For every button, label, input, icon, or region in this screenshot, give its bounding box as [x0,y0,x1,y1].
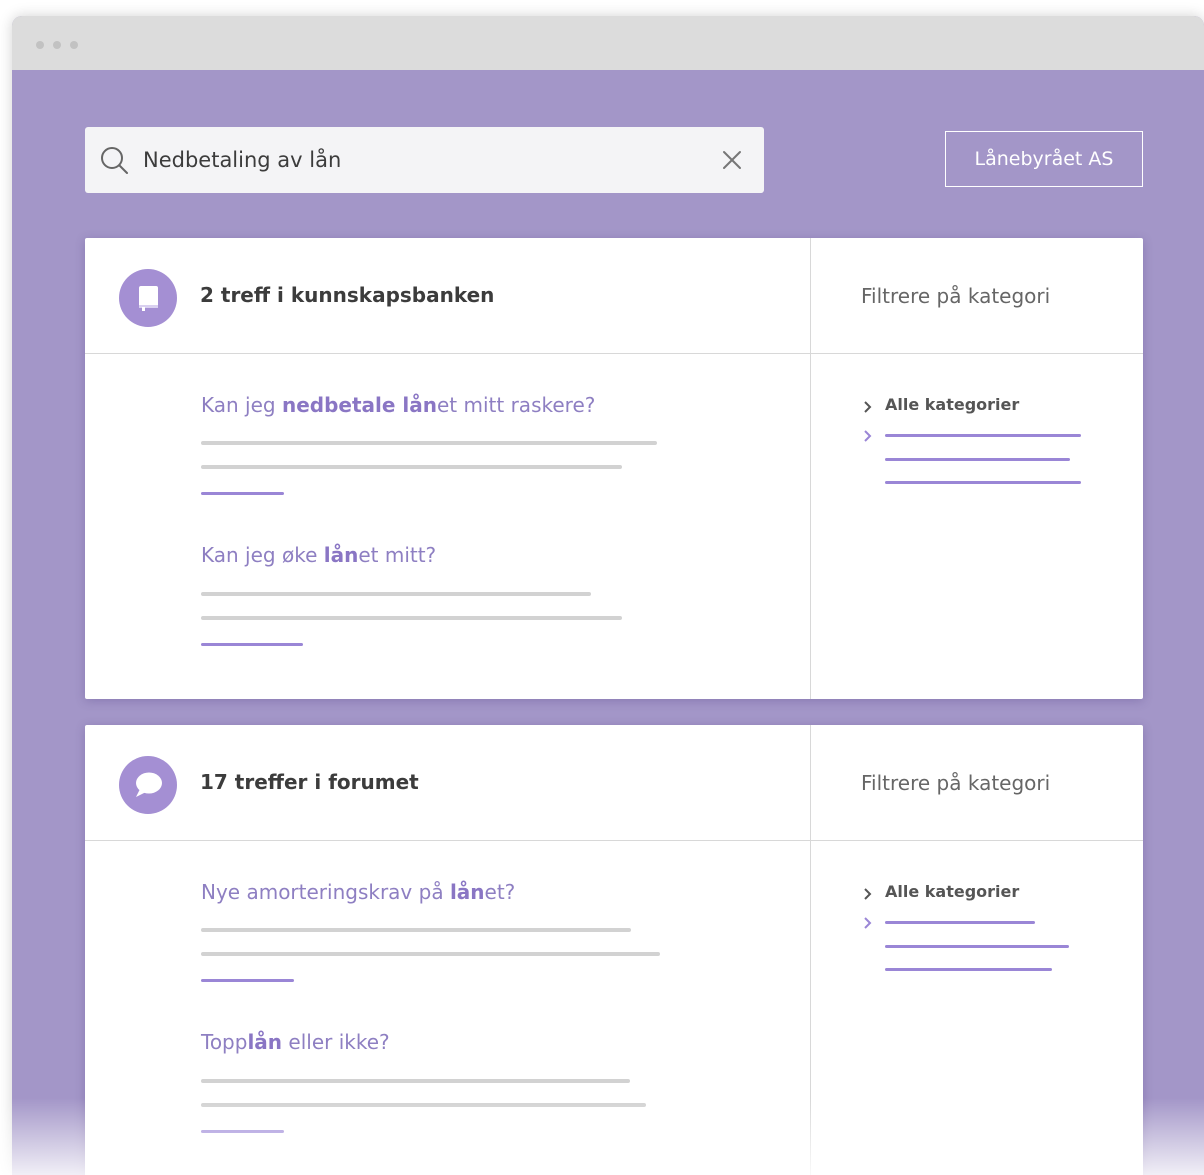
link-placeholder[interactable] [201,979,294,982]
browser-window: Lånebyrået AS 2 treff i kunnskapsbanken … [12,16,1204,1175]
section-title: 2 treff i kunnskapsbanken [200,283,495,307]
result-link[interactable]: Kan jeg nedbetale lånet mitt raskere? [201,393,595,417]
chat-bubble-icon [119,756,177,814]
link-placeholder[interactable] [201,492,284,495]
result-link[interactable]: Nye amorteringskrav på lånet? [201,880,515,904]
text-placeholder [201,952,660,956]
organization-button[interactable]: Lånebyrået AS [945,131,1143,187]
text-placeholder [201,465,622,469]
divider [810,725,811,1175]
chevron-right-icon [864,917,872,929]
category-item[interactable] [885,434,1081,437]
forum-results-card: 17 treffer i forumet Filtrere på kategor… [85,725,1143,1175]
filter-category-label: Filtrere på kategori [861,771,1051,795]
result-link[interactable]: Topplån eller ikke? [201,1030,390,1054]
category-item[interactable] [885,945,1069,948]
chevron-right-icon [864,888,872,900]
divider [85,353,1143,354]
filter-category-label: Filtrere på kategori [861,284,1051,308]
divider [85,840,1143,841]
search-input[interactable] [143,135,683,185]
divider [810,238,811,699]
category-item[interactable] [885,921,1035,924]
book-icon [119,269,177,327]
text-placeholder [201,592,591,596]
window-control-dot[interactable] [70,41,78,49]
close-icon[interactable] [721,149,743,171]
window-control-dot[interactable] [36,41,44,49]
category-item[interactable] [885,968,1052,971]
search-bar [85,127,764,193]
window-titlebar [12,16,1204,70]
section-title: 17 treffer i forumet [200,770,419,794]
text-placeholder [201,928,631,932]
text-placeholder [201,1079,630,1083]
link-placeholder[interactable] [201,643,303,646]
result-link[interactable]: Kan jeg øke lånet mitt? [201,543,436,567]
chevron-right-icon [864,430,872,442]
category-item[interactable] [885,458,1070,461]
text-placeholder [201,441,657,445]
window-control-dot[interactable] [53,41,61,49]
link-placeholder[interactable] [201,1130,284,1133]
text-placeholder [201,1103,646,1107]
knowledge-base-results-card: 2 treff i kunnskapsbanken Filtrere på ka… [85,238,1143,699]
search-icon [101,147,128,174]
text-placeholder [201,616,622,620]
chevron-right-icon [864,401,872,413]
category-item[interactable] [885,481,1081,484]
category-all[interactable]: Alle kategorier [885,882,1019,901]
category-all[interactable]: Alle kategorier [885,395,1019,414]
